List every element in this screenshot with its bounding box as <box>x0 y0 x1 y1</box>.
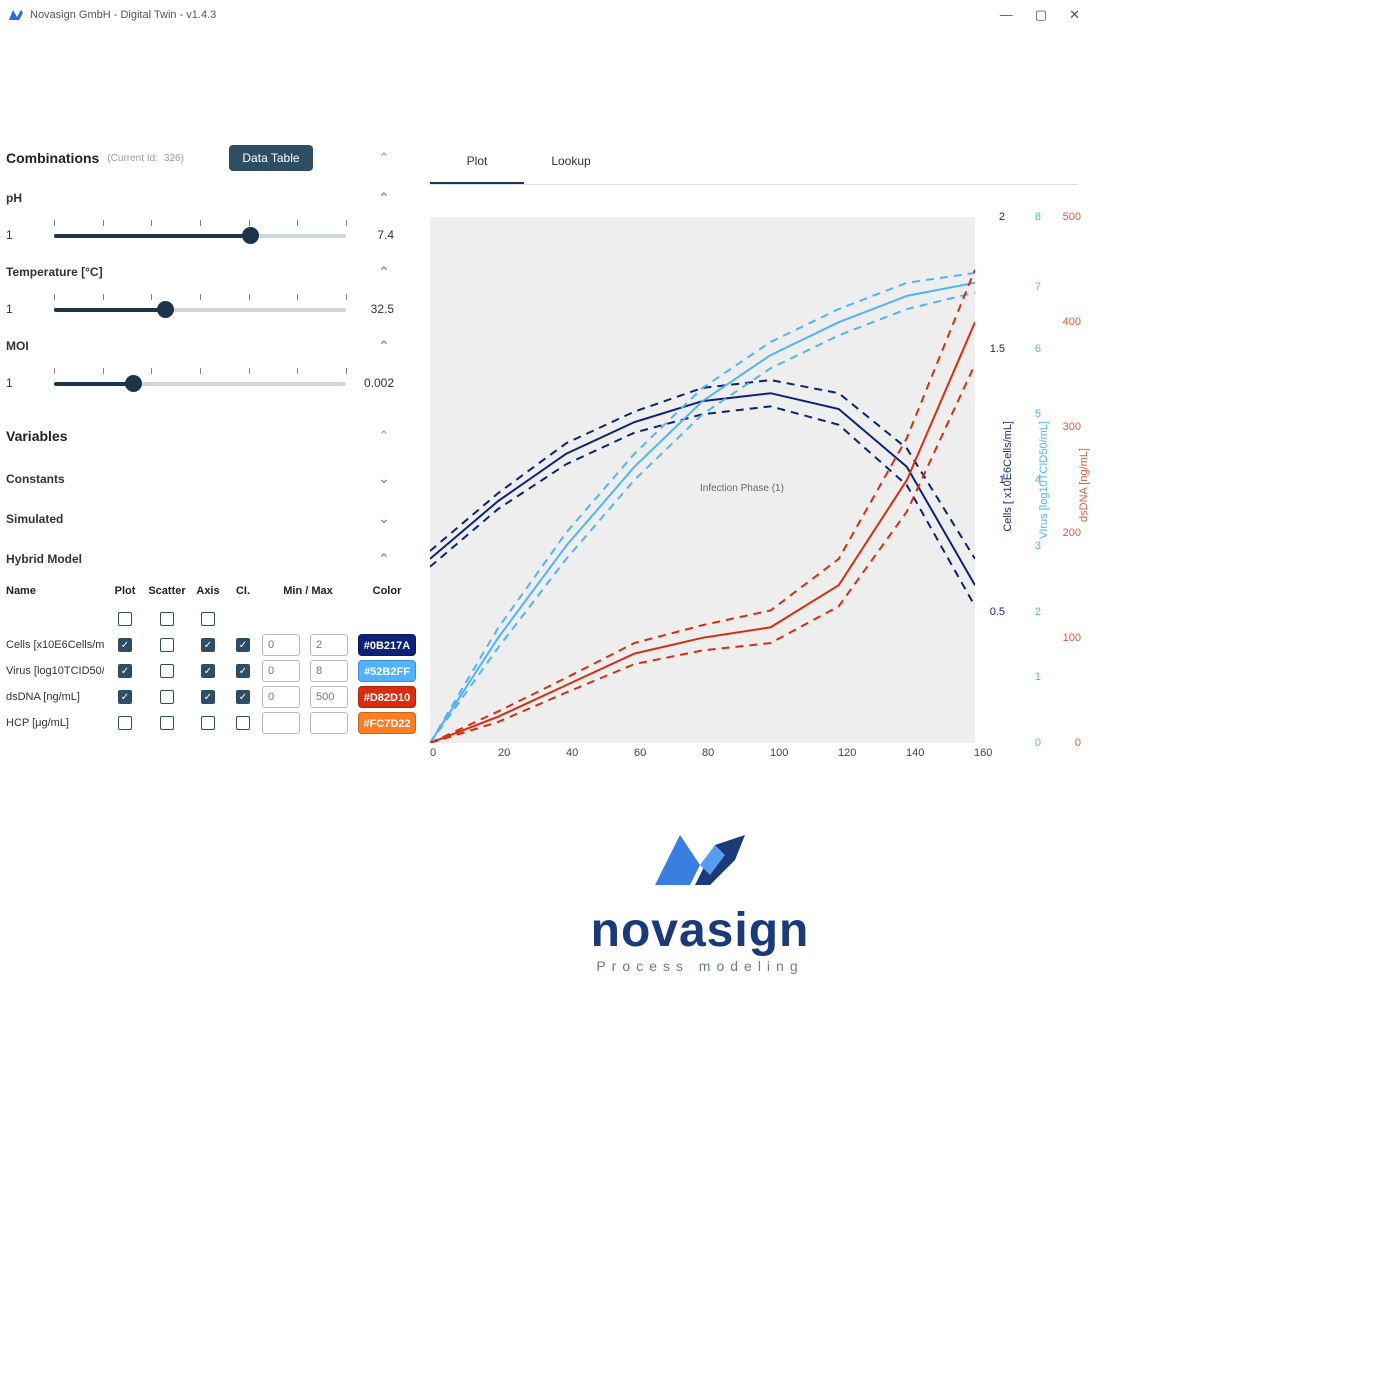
hybrid-model-title: Hybrid Model <box>6 552 82 566</box>
title-bar: Novasign GmbH - Digital Twin - v1.4.3 — … <box>0 0 1092 30</box>
chevron-up-icon[interactable]: ⌃ <box>374 190 394 206</box>
hybrid-model-table: Name Plot Scatter Axis CI. Min / Max Col… <box>6 580 394 736</box>
scatter-checkbox[interactable] <box>160 664 174 678</box>
min-input[interactable] <box>262 634 300 656</box>
master-checkbox-row <box>6 606 394 632</box>
ci-checkbox[interactable]: ✓ <box>236 638 250 652</box>
row-name: Cells [x10E6Cells/mL] <box>6 639 104 651</box>
tabs: Plot Lookup <box>430 140 1078 185</box>
ci-checkbox[interactable] <box>236 716 250 730</box>
constants-title: Constants <box>6 472 65 486</box>
max-input[interactable] <box>310 660 348 682</box>
chevron-up-icon[interactable]: ⌃ <box>374 551 394 567</box>
combinations-title: Combinations <box>6 150 99 166</box>
slider-min: 1 <box>6 228 40 242</box>
color-button[interactable]: #FC7D22 <box>358 712 416 734</box>
annotation-text: Infection Phase (1) <box>700 483 784 494</box>
col-color: Color <box>358 585 416 597</box>
slider-min: 1 <box>6 376 40 390</box>
chevron-up-icon[interactable]: ⌃ <box>374 428 394 444</box>
left-panel: Combinations (Current Id: 326) Data Tabl… <box>0 30 410 757</box>
min-input[interactable] <box>262 660 300 682</box>
color-button[interactable]: #0B217A <box>358 634 416 656</box>
col-minmax: Min / Max <box>262 585 354 597</box>
row-name: dsDNA [ng/mL] <box>6 691 104 703</box>
chart-area: Infection Phase (1) 02040608010012014016… <box>430 217 1078 757</box>
col-name: Name <box>6 585 104 597</box>
plot-checkbox[interactable]: ✓ <box>118 664 132 678</box>
table-row: HCP [μg/mL] #FC7D22 <box>6 710 394 736</box>
x-axis-ticks: 020406080100120140160 <box>430 747 975 759</box>
col-axis: Axis <box>192 585 224 597</box>
chevron-down-icon[interactable]: ⌄ <box>374 511 394 527</box>
max-input[interactable] <box>310 712 348 734</box>
max-input[interactable] <box>310 634 348 656</box>
slider-value: 7.4 <box>360 228 394 242</box>
color-button[interactable]: #52B2FF <box>358 660 416 682</box>
slider-value: 0.002 <box>360 376 394 390</box>
color-button[interactable]: #D82D10 <box>358 686 416 708</box>
app-logo-icon <box>8 7 24 23</box>
simulated-title: Simulated <box>6 512 63 526</box>
data-table-button[interactable]: Data Table <box>229 145 312 171</box>
table-row: Virus [log10TCID50/r ✓ ✓ ✓ #52B2FF <box>6 658 394 684</box>
chevron-up-icon[interactable]: ⌃ <box>374 264 394 280</box>
right-panel: Plot Lookup Infection Phase (1) 02040608… <box>410 30 1092 757</box>
param-name: MOI <box>6 339 29 353</box>
plot-svg <box>430 217 975 743</box>
param-name: pH <box>6 191 22 205</box>
slider[interactable] <box>54 294 346 324</box>
col-scatter: Scatter <box>146 585 188 597</box>
table-row: dsDNA [ng/mL] ✓ ✓ ✓ #D82D10 <box>6 684 394 710</box>
param-name: Temperature [°C] <box>6 265 103 279</box>
chevron-down-icon[interactable]: ⌄ <box>374 471 394 487</box>
slider[interactable] <box>54 368 346 398</box>
scatter-checkbox[interactable] <box>160 690 174 704</box>
slider-min: 1 <box>6 302 40 316</box>
combinations-header: Combinations (Current Id: 326) Data Tabl… <box>6 140 394 176</box>
footer-brand-name: novasign <box>591 903 810 958</box>
ci-checkbox[interactable]: ✓ <box>236 690 250 704</box>
max-input[interactable] <box>310 686 348 708</box>
minimize-icon[interactable]: — <box>1000 7 1013 23</box>
plot-checkbox[interactable]: ✓ <box>118 638 132 652</box>
window-title: Novasign GmbH - Digital Twin - v1.4.3 <box>30 9 216 21</box>
plot-checkbox[interactable] <box>118 716 132 730</box>
maximize-icon[interactable]: ▢ <box>1035 7 1047 23</box>
plot-all-checkbox[interactable] <box>118 612 132 626</box>
footer-brand-sub: Process modeling <box>591 958 810 974</box>
scatter-all-checkbox[interactable] <box>160 612 174 626</box>
current-id-value: 326) <box>164 153 184 164</box>
min-input[interactable] <box>262 686 300 708</box>
row-name: HCP [μg/mL] <box>6 717 104 729</box>
scatter-checkbox[interactable] <box>160 716 174 730</box>
ci-checkbox[interactable]: ✓ <box>236 664 250 678</box>
chevron-up-icon[interactable]: ⌃ <box>374 150 394 166</box>
min-input[interactable] <box>262 712 300 734</box>
axis-checkbox[interactable]: ✓ <box>201 638 215 652</box>
footer-logo: novasign Process modeling <box>0 820 1400 974</box>
tab-lookup[interactable]: Lookup <box>524 140 618 184</box>
axis-checkbox[interactable]: ✓ <box>201 690 215 704</box>
slider-value: 32.5 <box>360 302 394 316</box>
row-name: Virus [log10TCID50/r <box>6 665 104 677</box>
col-plot: Plot <box>108 585 142 597</box>
tab-plot[interactable]: Plot <box>430 140 524 184</box>
table-row: Cells [x10E6Cells/mL] ✓ ✓ ✓ #0B217A <box>6 632 394 658</box>
scatter-checkbox[interactable] <box>160 638 174 652</box>
col-ci: CI. <box>228 585 258 597</box>
variables-title: Variables <box>6 428 68 444</box>
chevron-up-icon[interactable]: ⌃ <box>374 338 394 354</box>
close-icon[interactable]: ✕ <box>1069 7 1080 23</box>
axis-checkbox[interactable]: ✓ <box>201 664 215 678</box>
slider[interactable] <box>54 220 346 250</box>
novasign-logo-icon <box>640 820 760 900</box>
axis-all-checkbox[interactable] <box>201 612 215 626</box>
axis-checkbox[interactable] <box>201 716 215 730</box>
plot-checkbox[interactable]: ✓ <box>118 690 132 704</box>
current-id-label: (Current Id: <box>107 153 158 164</box>
